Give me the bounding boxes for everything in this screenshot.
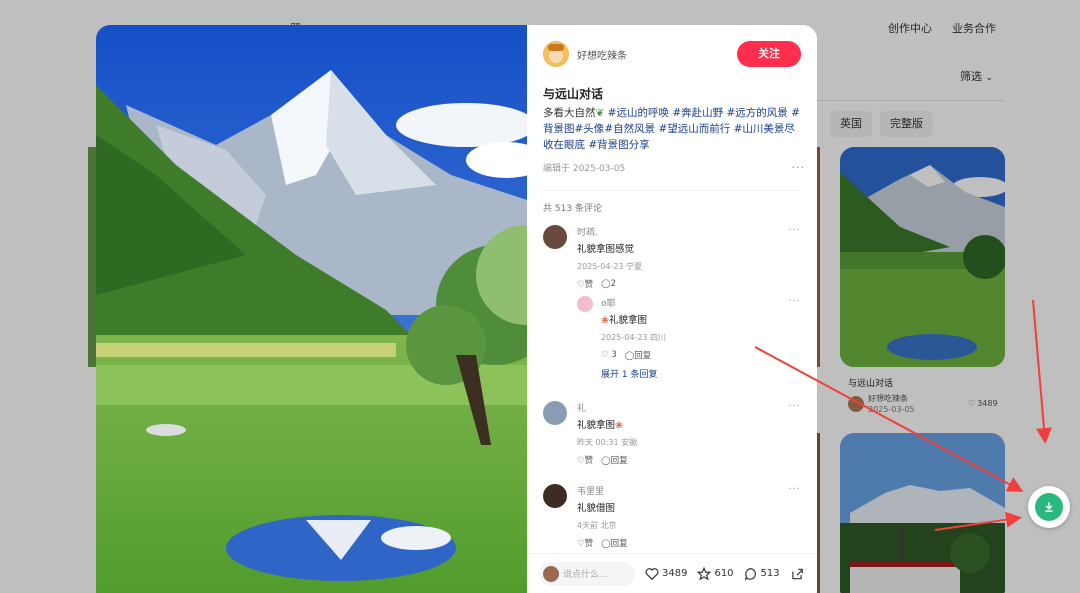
reply-button[interactable]: ◯回复	[625, 349, 652, 361]
download-icon	[1035, 493, 1063, 521]
commenter-name[interactable]: 礼	[577, 401, 807, 414]
edit-date: 编辑于 2025-03-05	[543, 164, 626, 174]
commenter-avatar[interactable]	[543, 225, 567, 249]
mountain-lake-photo	[96, 25, 527, 593]
comment-input-placeholder: 说点什么...	[563, 570, 608, 580]
commenter-name[interactable]: 韦里里	[577, 484, 807, 497]
like-button[interactable]: ♡ 3	[601, 350, 617, 360]
hashtag-link[interactable]: #自然风景	[604, 123, 655, 135]
heart-icon: ♡	[577, 280, 585, 290]
more-icon[interactable]: ···	[788, 296, 801, 307]
hashtag-link[interactable]: #远方的风景	[726, 107, 787, 119]
collect-stat-button[interactable]: 610	[697, 566, 734, 581]
comment-item: 时疏. 礼貌拿图感觉 2025-04-23 宁夏 ♡赞 ◯2	[577, 225, 807, 290]
reply-button[interactable]: ◯2	[601, 279, 616, 289]
comment-actions: ♡赞 ◯回复	[577, 537, 807, 549]
comment-text: 礼貌拿图感觉	[577, 244, 635, 255]
share-icon	[791, 568, 803, 579]
comment-item: 礼 礼貌拿图❀ 昨天 00:31 安徽 ♡赞 ◯回复	[577, 401, 807, 466]
star-icon	[697, 566, 712, 581]
download-button[interactable]	[1028, 486, 1070, 528]
desc-lead: 多看大自然	[543, 107, 596, 119]
comment-meta: 昨天 00:31 安徽	[577, 438, 638, 447]
comment-icon: ◯	[601, 539, 611, 549]
leaf-emoji: ❦	[595, 107, 605, 119]
comment-icon	[744, 567, 756, 581]
hashtag-link[interactable]: #头像	[575, 123, 605, 135]
engagement-bar: 说点什么... 3489 610 513	[527, 553, 817, 593]
reply-button[interactable]: ◯回复	[601, 454, 628, 466]
app: 壁 创作中心 业务合作 筛选 ⌄ 英国 完整版 与远山对话 好想吃辣条 2025…	[0, 0, 1080, 593]
comment-actions: ♡赞 ◯回复	[577, 454, 807, 466]
more-icon[interactable]: ···	[788, 401, 801, 412]
share-button[interactable]	[790, 567, 804, 581]
commenter-avatar[interactable]	[543, 401, 567, 425]
follow-button[interactable]: 关注	[737, 41, 801, 67]
expand-replies-link[interactable]: 展开 1 条回复	[601, 367, 657, 380]
heart-icon: ♡	[601, 350, 609, 360]
comment-item: 韦里里 礼貌借图 4天前 北京 ♡赞 ◯回复	[577, 484, 807, 549]
comment-stat-count: 513	[760, 568, 780, 579]
hashtag-link[interactable]: #奔赴山野	[672, 107, 723, 119]
comment-meta: 2025-04-23 宁夏	[577, 262, 643, 271]
comment-icon: ◯	[624, 351, 635, 361]
hashtag-link[interactable]: #远山的呼唤	[608, 107, 669, 119]
like-button[interactable]: ♡赞	[577, 537, 593, 549]
note-detail-modal: 好想吃辣条 关注 与远山对话 多看大自然❦ #远山的呼唤 #奔赴山野 #远方的风…	[96, 25, 817, 593]
comment-input[interactable]: 说点什么...	[539, 561, 635, 586]
divider	[543, 190, 801, 191]
commenter-avatar[interactable]	[543, 484, 567, 508]
comment-actions: ♡赞 ◯2	[577, 278, 807, 290]
heart-icon: ♡	[577, 456, 585, 466]
avatar-image	[543, 41, 569, 67]
comment-text: 礼貌拿图❀	[577, 420, 623, 431]
edit-info: 编辑于 2025-03-05 ···	[543, 161, 805, 174]
emoji-icon: ❀	[601, 315, 609, 326]
heart-icon: ♡	[577, 539, 585, 549]
emoji-icon: ❀	[615, 420, 623, 431]
author-name[interactable]: 好想吃辣条	[577, 47, 627, 62]
hashtag-link[interactable]: #背景图分享	[588, 139, 649, 151]
heart-icon	[645, 568, 659, 580]
commenter-name[interactable]: o耶	[601, 296, 817, 309]
note-panel: 好想吃辣条 关注 与远山对话 多看大自然❦ #远山的呼唤 #奔赴山野 #远方的风…	[527, 25, 817, 593]
comment-actions: ♡ 3 ◯回复	[601, 349, 817, 361]
more-icon[interactable]: ···	[792, 161, 806, 174]
note-description: 多看大自然❦ #远山的呼唤 #奔赴山野 #远方的风景 #背景图#头像#自然风景 …	[543, 105, 805, 153]
comment-meta: 2025-04-23 四川	[601, 333, 667, 342]
comment-stat-button[interactable]: 513	[744, 567, 780, 581]
comment-icon: ◯	[601, 456, 611, 466]
author-avatar[interactable]	[543, 41, 569, 67]
commenter-avatar[interactable]	[577, 296, 593, 312]
author-row[interactable]: 好想吃辣条	[543, 41, 627, 67]
note-title: 与远山对话	[543, 87, 604, 101]
like-button[interactable]: ♡赞	[577, 278, 593, 290]
hashtag-link[interactable]: #望远山而前行	[658, 123, 730, 135]
like-count: 3489	[662, 568, 688, 579]
more-icon[interactable]: ···	[788, 225, 801, 236]
note-photo[interactable]	[96, 25, 527, 593]
comment-count: 共 513 条评论	[543, 204, 602, 214]
commenter-name[interactable]: 时疏.	[577, 225, 807, 238]
like-button[interactable]: ♡赞	[577, 454, 593, 466]
comment-icon: ◯	[601, 279, 611, 289]
comment-text: ❀礼貌拿图	[601, 315, 647, 326]
reply-item: o耶 ❀礼貌拿图 2025-04-23 四川 ♡ 3 ◯回复	[601, 296, 817, 361]
comment-text: 礼貌借图	[577, 503, 616, 514]
comment-meta: 4天前 北京	[577, 521, 617, 530]
reply-button[interactable]: ◯回复	[601, 537, 628, 549]
like-stat-button[interactable]: 3489	[645, 567, 687, 580]
more-icon[interactable]: ···	[788, 484, 801, 495]
star-count: 610	[714, 568, 734, 579]
avatar	[543, 565, 559, 582]
